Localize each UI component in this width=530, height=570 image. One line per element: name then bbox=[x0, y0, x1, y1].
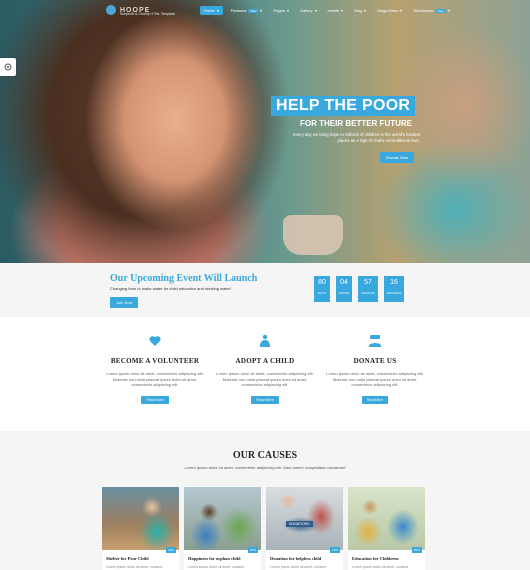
hero-title: HELP THE POOR bbox=[271, 96, 416, 116]
cause-title: Education for Childrens bbox=[352, 556, 399, 561]
nav-label: Pages bbox=[273, 8, 285, 13]
countdown-timer: 80 DAYS 04 HOURS 57 MINUTES 16 SECONDS bbox=[314, 276, 404, 302]
nav-item-mega-menu[interactable]: Mega Menu bbox=[374, 6, 405, 15]
nav-label: Home bbox=[204, 8, 215, 13]
cause-text: Lorem ipsum dolor sit amet, consect bbox=[106, 565, 163, 569]
action-title: BECOME A VOLUNTEER bbox=[110, 357, 200, 365]
action-text: Lorem ipsum dolor sit amet, consectetur … bbox=[216, 371, 314, 387]
progress-badge: 70% bbox=[329, 547, 340, 553]
nav-item-events[interactable]: events bbox=[325, 6, 347, 15]
action-title: DONATE US bbox=[353, 357, 397, 365]
actions-section: BECOME A VOLUNTEER Lorem ipsum dolor sit… bbox=[100, 333, 430, 406]
countdown-label: MINUTES bbox=[361, 291, 375, 295]
read-more-button[interactable]: Read More bbox=[141, 395, 169, 404]
nav-item-home[interactable]: Home bbox=[200, 6, 223, 15]
settings-side-tab[interactable] bbox=[0, 58, 16, 76]
action-donate: DONATE US Lorem ipsum dolor sit amet, co… bbox=[320, 333, 430, 406]
chevron-down-icon bbox=[400, 9, 403, 12]
event-subtitle: Changing lives to make water for child e… bbox=[110, 286, 231, 291]
causes-title: OUR CAUSES bbox=[232, 450, 298, 461]
logo-icon bbox=[106, 5, 116, 15]
countdown-value: 57 bbox=[364, 279, 372, 286]
hero-cup-shape bbox=[283, 215, 343, 255]
hands-heart-icon bbox=[149, 336, 161, 346]
action-text: Lorem ipsum dolor sit amet, consectetur … bbox=[106, 371, 204, 387]
nav-label: Features bbox=[230, 8, 247, 13]
cause-image: 40% bbox=[102, 487, 179, 553]
countdown-label: SECONDS bbox=[386, 291, 402, 295]
hero-text: Every day we bring hope to millions of c… bbox=[293, 132, 420, 143]
chevron-down-icon bbox=[314, 9, 317, 12]
cause-image: 50% bbox=[348, 487, 425, 553]
countdown-value: 80 bbox=[318, 279, 326, 286]
nav-item-pages[interactable]: Pages bbox=[270, 6, 291, 15]
new-badge: New bbox=[435, 8, 446, 13]
donate-icon bbox=[369, 335, 381, 347]
countdown-label: HOURS bbox=[338, 291, 350, 295]
progress-badge: 60% bbox=[247, 547, 258, 553]
cause-card[interactable]: 50% Education for Childrens Lorem ipsum … bbox=[348, 487, 425, 570]
countdown-hours: 04 HOURS bbox=[336, 276, 352, 302]
chevron-down-icon bbox=[364, 9, 367, 12]
cause-image: 60% bbox=[184, 487, 261, 553]
action-title: ADOPT A CHILD bbox=[235, 357, 295, 365]
progress-badge: 40% bbox=[165, 547, 176, 553]
donations-box-label: DONATIONS bbox=[286, 521, 313, 527]
read-more-button[interactable]: Read More bbox=[251, 395, 279, 404]
logo-tagline: Nonprofit & Charity HTML Template bbox=[120, 12, 176, 16]
nav-item-features[interactable]: Features New bbox=[228, 6, 266, 15]
action-adopt: ADOPT A CHILD Lorem ipsum dolor sit amet… bbox=[210, 333, 320, 406]
gear-icon bbox=[4, 63, 12, 71]
event-title: Our Upcoming Event Will Launch bbox=[110, 273, 258, 284]
nav-item-blog[interactable]: Blog bbox=[351, 6, 369, 15]
hero-subtitle: FOR THEIR BETTER FUTURE bbox=[300, 119, 412, 128]
cause-title: Shelter for Poor Child bbox=[106, 556, 149, 561]
hands-child-icon bbox=[260, 334, 270, 347]
chevron-down-icon bbox=[341, 9, 344, 12]
nav-label: events bbox=[327, 8, 340, 13]
chevron-down-icon bbox=[447, 9, 450, 12]
cause-text: Lorem ipsum dolor sit amet, consect bbox=[270, 565, 327, 569]
action-volunteer: BECOME A VOLUNTEER Lorem ipsum dolor sit… bbox=[100, 333, 210, 406]
countdown-value: 04 bbox=[340, 279, 348, 286]
cause-image: DONATIONS 70% bbox=[266, 487, 343, 553]
event-strip: Our Upcoming Event Will Launch Changing … bbox=[0, 263, 530, 317]
chevron-down-icon bbox=[260, 9, 263, 12]
countdown-value: 16 bbox=[390, 279, 398, 286]
donate-now-button[interactable]: Donate Now bbox=[380, 152, 415, 163]
read-more-button[interactable]: ReadMore bbox=[361, 395, 389, 404]
nav-label: Gallery bbox=[299, 8, 313, 13]
main-nav: Home Features New Pages Gallery events Bl… bbox=[200, 6, 453, 15]
cause-title: Happiness for orphan child bbox=[188, 556, 241, 561]
countdown-minutes: 57 MINUTES bbox=[358, 276, 378, 302]
countdown-seconds: 16 SECONDS bbox=[384, 276, 404, 302]
countdown-days: 80 DAYS bbox=[314, 276, 330, 302]
cause-card[interactable]: 60% Happiness for orphan child Lorem ips… bbox=[184, 487, 261, 570]
nav-label: Shortcodes bbox=[413, 8, 434, 13]
chevron-down-icon bbox=[286, 9, 289, 12]
action-text: Lorem ipsum dolor sit amet, consectetur … bbox=[326, 371, 424, 387]
cause-title: Donation for helpless child bbox=[270, 556, 322, 561]
cause-card[interactable]: 40% Shelter for Poor Child Lorem ipsum d… bbox=[102, 487, 179, 570]
countdown-label: DAYS bbox=[318, 291, 326, 295]
new-badge: New bbox=[248, 8, 259, 13]
cause-card[interactable]: DONATIONS 70% Donation for helpless chil… bbox=[266, 487, 343, 570]
progress-badge: 50% bbox=[411, 547, 422, 553]
nav-label: Mega Menu bbox=[377, 8, 399, 13]
causes-subtitle: Lorem ipsum dolor sit amet, consectetur … bbox=[184, 465, 346, 470]
cause-text: Lorem ipsum dolor sit amet, consect bbox=[188, 565, 245, 569]
nav-item-gallery[interactable]: Gallery bbox=[297, 6, 320, 15]
cause-text: Lorem ipsum dolor sit amet, consect bbox=[352, 565, 409, 569]
causes-cards: 40% Shelter for Poor Child Lorem ipsum d… bbox=[102, 487, 425, 570]
nav-label: Blog bbox=[354, 8, 363, 13]
join-now-button[interactable]: Join Now bbox=[110, 297, 139, 308]
chevron-down-icon bbox=[216, 9, 219, 12]
hero-banner bbox=[0, 0, 530, 263]
nav-item-shortcodes[interactable]: Shortcodes New bbox=[410, 6, 452, 15]
